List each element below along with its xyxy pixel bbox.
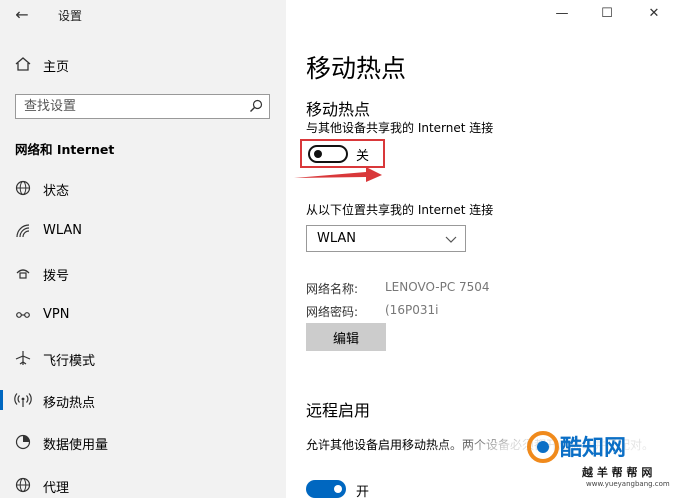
network-password-label: 网络密码:: [306, 305, 359, 319]
data-usage-icon: [15, 434, 31, 450]
hotspot-section-title: 移动热点: [306, 100, 371, 119]
minimize-button[interactable]: —: [552, 4, 572, 24]
search-input[interactable]: [24, 98, 244, 115]
sidebar-item-label: 移动热点: [43, 396, 96, 411]
sidebar-item-label: WLAN: [43, 223, 83, 238]
watermark-url: www.yueyangbang.com: [586, 480, 670, 488]
hotspot-toggle[interactable]: [308, 145, 348, 163]
airplane-icon: [15, 351, 31, 365]
sidebar-item-data-usage[interactable]: 数据使用量: [0, 427, 286, 457]
sidebar-item-home[interactable]: 主页: [0, 52, 286, 76]
remote-toggle-state: 开: [356, 485, 370, 498]
hotspot-toggle-state: 关: [356, 149, 370, 164]
wifi-icon: [16, 224, 30, 238]
sidebar-item-label: 数据使用量: [43, 438, 109, 453]
watermark-subtitle: 越 羊 帮 帮 网: [582, 466, 653, 479]
close-button[interactable]: ✕: [644, 4, 664, 24]
watermark: 酷知网 越 羊 帮 帮 网 www.yueyangbang.com: [520, 420, 680, 496]
sidebar-item-label: 代理: [43, 481, 70, 496]
remote-section-title: 远程启用: [306, 401, 371, 420]
network-password-value: (16P031i: [385, 303, 439, 317]
active-indicator: [0, 390, 3, 410]
sidebar-item-label: VPN: [43, 307, 70, 322]
chevron-down-icon: [445, 236, 457, 243]
window-title: 设置: [58, 9, 83, 23]
sidebar-item-dialup[interactable]: 拨号: [0, 258, 286, 288]
sidebar-item-hotspot[interactable]: 移动热点: [0, 385, 286, 415]
search-icon[interactable]: [249, 99, 263, 113]
network-name-label: 网络名称:: [306, 282, 359, 296]
toggle-knob: [314, 150, 322, 158]
search-box[interactable]: [15, 94, 270, 119]
sidebar-item-vpn[interactable]: VPN: [0, 300, 286, 330]
home-icon: [15, 57, 31, 71]
watermark-logo-icon: [527, 431, 559, 463]
watermark-name: 酷知网: [560, 436, 627, 461]
window-controls: — ☐ ✕: [552, 0, 682, 30]
vpn-icon: [16, 312, 30, 318]
sidebar-item-label: 拨号: [43, 269, 70, 284]
hotspot-description: 与其他设备共享我的 Internet 连接: [306, 121, 494, 135]
sidebar: ← 设置 主页 网络和 Internet 状态 WLAN: [0, 0, 286, 498]
share-from-dropdown[interactable]: WLAN: [306, 225, 466, 252]
sidebar-item-proxy[interactable]: 代理: [0, 470, 286, 498]
dropdown-selected-value: WLAN: [317, 231, 357, 246]
remote-toggle[interactable]: [306, 480, 346, 498]
dialup-icon: [16, 269, 30, 279]
sidebar-item-label: 飞行模式: [43, 354, 96, 369]
globe-icon: [15, 180, 31, 196]
back-button[interactable]: ←: [10, 4, 34, 26]
share-from-label: 从以下位置共享我的 Internet 连接: [306, 203, 494, 217]
network-name-value: LENOVO-PC 7504: [385, 280, 490, 294]
section-title: 网络和 Internet: [15, 142, 115, 157]
toggle-knob: [334, 485, 342, 493]
sidebar-item-label: 状态: [43, 184, 70, 199]
sidebar-item-label: 主页: [43, 60, 70, 75]
globe-icon: [15, 477, 31, 493]
hotspot-icon: [14, 393, 32, 407]
page-title: 移动热点: [306, 54, 407, 83]
sidebar-item-airplane[interactable]: 飞行模式: [0, 343, 286, 373]
sidebar-item-status[interactable]: 状态: [0, 173, 286, 203]
arrow-annotation: [294, 167, 382, 182]
maximize-button[interactable]: ☐: [597, 4, 617, 24]
sidebar-item-wlan[interactable]: WLAN: [0, 216, 286, 246]
titlebar-left: ← 设置: [0, 0, 286, 30]
edit-button[interactable]: 编辑: [306, 323, 386, 351]
